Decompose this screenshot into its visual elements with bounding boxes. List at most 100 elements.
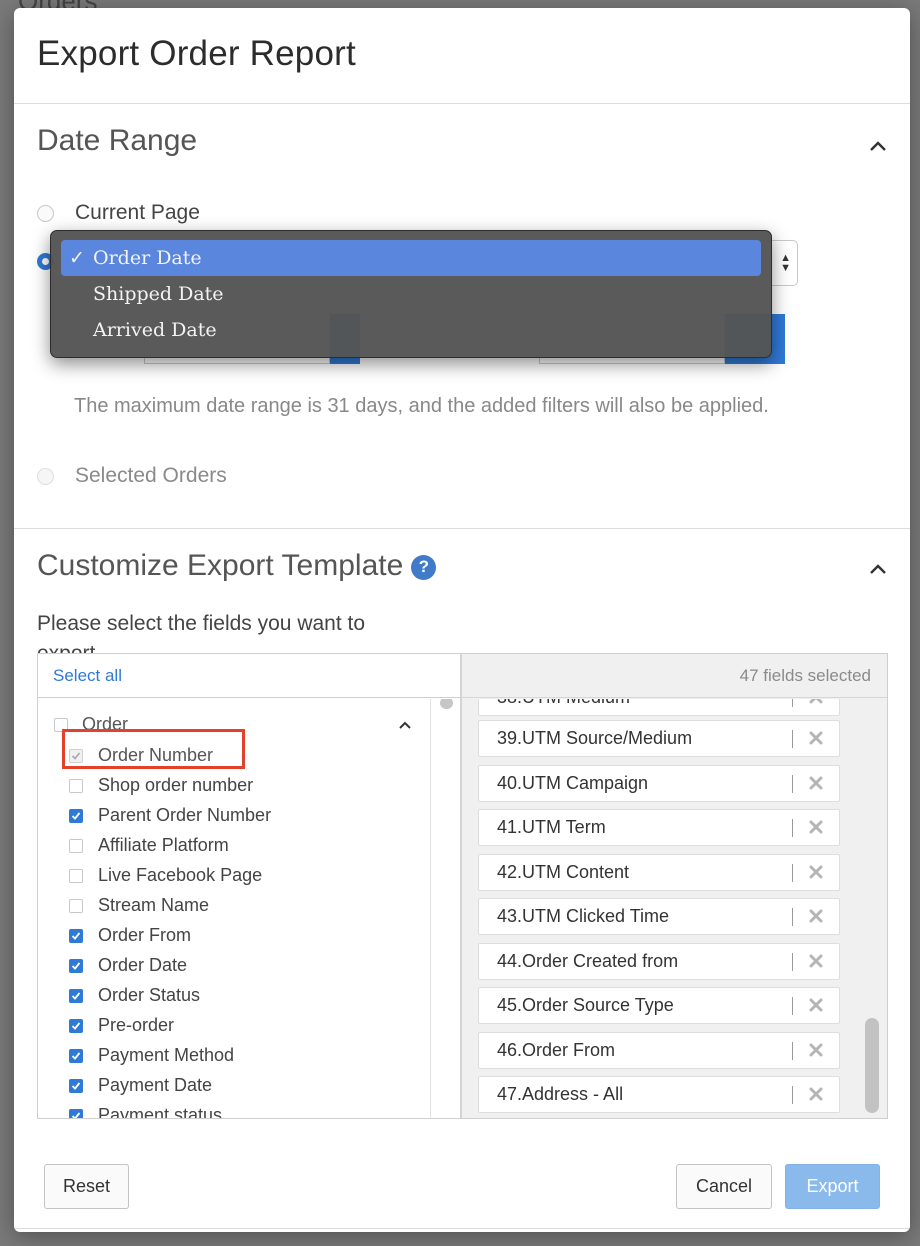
radio-selected-orders-label: Selected Orders xyxy=(75,464,227,487)
field-label: Live Facebook Page xyxy=(98,865,263,885)
item-divider xyxy=(792,1042,793,1060)
field-checkbox[interactable] xyxy=(69,1048,83,1063)
item-divider xyxy=(792,864,793,882)
remove-x-icon[interactable] xyxy=(807,996,825,1014)
selected-field-label: 45.Order Source Type xyxy=(497,995,674,1015)
selected-field-item[interactable]: 46.Order From xyxy=(478,1032,840,1069)
group-order[interactable]: Order xyxy=(54,714,128,735)
remove-x-icon[interactable] xyxy=(807,863,825,881)
field-tree-scrollbar[interactable] xyxy=(430,699,460,1118)
selected-fields-scrollbar[interactable] xyxy=(857,699,887,1118)
dropdown-item-arrived-date[interactable]: Arrived Date xyxy=(61,312,761,348)
field-checkbox[interactable] xyxy=(69,868,83,883)
dropdown-item-label: Arrived Date xyxy=(93,319,217,341)
remove-x-icon[interactable] xyxy=(807,907,825,925)
remove-x-icon[interactable] xyxy=(807,729,825,747)
field-checkbox[interactable] xyxy=(69,838,83,853)
field-checkbox[interactable] xyxy=(69,1018,83,1033)
field-label: Parent Order Number xyxy=(98,805,272,825)
reset-button[interactable]: Reset xyxy=(44,1164,129,1209)
scrollbar-thumb[interactable] xyxy=(440,699,453,709)
radio-selected-orders-circle[interactable] xyxy=(37,467,54,485)
field-label: Order Number xyxy=(98,745,214,765)
cancel-button[interactable]: Cancel xyxy=(676,1164,772,1209)
selected-field-item[interactable]: 45.Order Source Type xyxy=(478,987,840,1024)
selected-field-item[interactable]: 38.UTM Medium xyxy=(478,699,840,716)
field-checkbox[interactable] xyxy=(69,808,83,823)
radio-current-page-circle[interactable] xyxy=(37,204,54,222)
selected-field-item[interactable]: 43.UTM Clicked Time xyxy=(478,898,840,935)
help-icon[interactable]: ? xyxy=(411,554,437,580)
select-all-bar: Select all xyxy=(38,654,460,698)
group-collapse-chevron-up-icon[interactable] xyxy=(397,717,413,733)
field-checkbox[interactable] xyxy=(69,898,83,913)
radio-current-page[interactable]: Current Page xyxy=(37,201,200,225)
scrollbar-thumb[interactable] xyxy=(865,1018,879,1113)
field-label: Payment status xyxy=(98,1105,223,1118)
dropdown-item-shipped-date[interactable]: Shipped Date xyxy=(61,276,761,312)
item-divider xyxy=(792,730,793,748)
template-description: Please select the fields you want to exp… xyxy=(37,612,366,653)
field-label: Stream Name xyxy=(98,895,210,915)
remove-x-icon[interactable] xyxy=(807,1085,825,1103)
field-payment-method[interactable]: Payment Method xyxy=(69,1045,234,1066)
collapse-date-range-chevron-up-icon[interactable] xyxy=(868,136,888,156)
field-order-from[interactable]: Order From xyxy=(69,925,191,946)
selected-field-item[interactable]: 40.UTM Campaign xyxy=(478,765,840,802)
field-checkbox[interactable] xyxy=(69,928,83,943)
template-title: Customize Export Template? xyxy=(37,549,437,583)
template-title-text: Customize Export Template xyxy=(37,549,404,582)
field-stream-name[interactable]: Stream Name xyxy=(69,895,209,916)
field-picker: Select all Order Order Number Shop order… xyxy=(37,653,888,1119)
selected-field-label: 44.Order Created from xyxy=(497,951,679,971)
field-affiliate-platform[interactable]: Affiliate Platform xyxy=(69,835,229,856)
field-pre-order[interactable]: Pre-order xyxy=(69,1015,174,1036)
field-label: Order Date xyxy=(98,955,188,975)
field-payment-date[interactable]: Payment Date xyxy=(69,1075,212,1096)
field-checkbox[interactable] xyxy=(69,988,83,1003)
field-shop-order-number[interactable]: Shop order number xyxy=(69,775,253,796)
field-parent-order-number[interactable]: Parent Order Number xyxy=(69,805,271,826)
remove-x-icon[interactable] xyxy=(807,699,825,706)
field-label: Order From xyxy=(98,925,192,945)
select-all-link[interactable]: Select all xyxy=(53,666,122,685)
dropdown-item-order-date[interactable]: ✓ Order Date xyxy=(61,240,761,276)
field-label: Shop order number xyxy=(98,775,254,795)
modal-header: Export Order Report xyxy=(14,8,910,104)
selected-field-item[interactable]: 41.UTM Term xyxy=(478,809,840,846)
field-order-status[interactable]: Order Status xyxy=(69,985,200,1006)
remove-x-icon[interactable] xyxy=(807,818,825,836)
field-order-number[interactable]: Order Number xyxy=(69,745,213,766)
field-live-facebook-page[interactable]: Live Facebook Page xyxy=(69,865,262,886)
field-checkbox[interactable] xyxy=(69,748,83,763)
item-divider xyxy=(792,819,793,837)
item-divider xyxy=(792,775,793,793)
selected-field-item[interactable]: 39.UTM Source/Medium xyxy=(478,720,840,757)
modal-title: Export Order Report xyxy=(37,34,356,73)
selected-field-label: 42.UTM Content xyxy=(497,862,630,882)
group-order-checkbox[interactable] xyxy=(54,717,68,732)
selected-field-item[interactable]: 44.Order Created from xyxy=(478,943,840,980)
selected-field-label: 38.UTM Medium xyxy=(497,699,630,708)
item-divider xyxy=(792,953,793,971)
field-payment-status[interactable]: Payment status xyxy=(69,1105,222,1118)
field-checkbox[interactable] xyxy=(69,778,83,793)
selected-fields-list: 38.UTM Medium 39.UTM Source/Medium 40.UT… xyxy=(462,699,857,1118)
selected-field-item[interactable]: 47.Address - All xyxy=(478,1076,840,1113)
field-label: Pre-order xyxy=(98,1015,175,1035)
selected-field-item[interactable]: 42.UTM Content xyxy=(478,854,840,891)
field-label: Payment Date xyxy=(98,1075,213,1095)
field-checkbox[interactable] xyxy=(69,958,83,973)
export-button[interactable]: Export xyxy=(785,1164,880,1209)
radio-selected-orders[interactable]: Selected Orders xyxy=(37,464,227,488)
remove-x-icon[interactable] xyxy=(807,1041,825,1059)
remove-x-icon[interactable] xyxy=(807,952,825,970)
remove-x-icon[interactable] xyxy=(807,774,825,792)
available-fields-pane: Select all Order Order Number Shop order… xyxy=(38,654,462,1118)
collapse-template-chevron-up-icon[interactable] xyxy=(868,559,888,579)
selected-field-label: 40.UTM Campaign xyxy=(497,773,649,793)
field-checkbox[interactable] xyxy=(69,1108,83,1118)
dropdown-item-label: Shipped Date xyxy=(93,283,224,305)
field-checkbox[interactable] xyxy=(69,1078,83,1093)
field-order-date[interactable]: Order Date xyxy=(69,955,187,976)
